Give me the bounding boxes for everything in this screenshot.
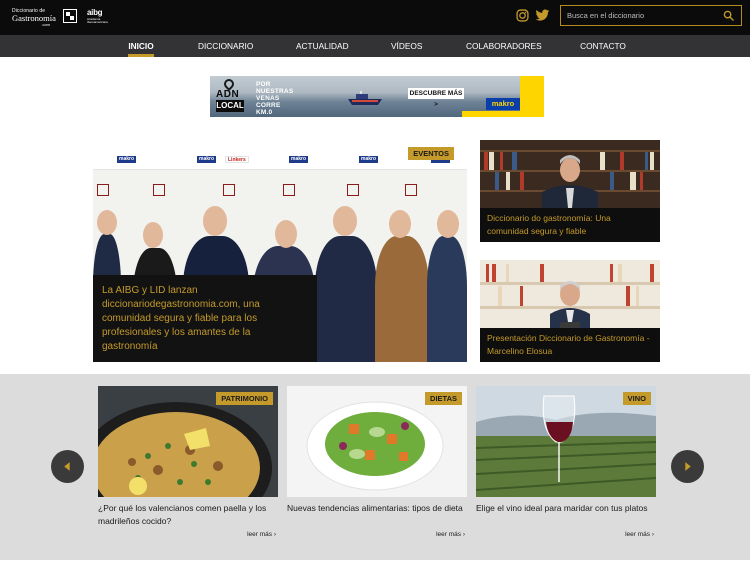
wall-logo	[405, 184, 417, 196]
aibg-logo[interactable]: aibg Academia Iberoamericana	[87, 9, 109, 25]
person	[315, 236, 377, 362]
banner-local: LOCAL	[216, 100, 244, 112]
library-video-thumbnail	[480, 260, 660, 328]
read-more-link[interactable]: leer más ›	[247, 531, 276, 538]
logo-line-3: .com	[41, 22, 50, 27]
search-icon[interactable]	[723, 10, 734, 21]
nav-item-inicio[interactable]: INICIO	[128, 35, 154, 57]
person	[427, 236, 467, 362]
aibg-logo-sub: Academia Iberoamericana	[87, 17, 108, 24]
ad-banner[interactable]: ADN LOCAL POR NUESTRAS VENAS CORRE KM.0 …	[210, 76, 544, 117]
partner-logo-square[interactable]	[63, 9, 77, 23]
makro-logo: makro	[486, 98, 520, 110]
twitter-icon[interactable]	[535, 9, 550, 22]
person-head	[97, 210, 117, 235]
person	[375, 236, 429, 362]
nav-item-diccionario[interactable]: DICCIONARIO	[198, 35, 253, 57]
site-logo[interactable]: Diccionario de Gastronomía .com	[12, 8, 56, 28]
category-badge[interactable]: PATRIMONIO	[216, 392, 273, 405]
main-nav: INICIO DICCIONARIO ACTUALIDAD VÍDEOS COL…	[0, 35, 750, 57]
nav-item-contacto[interactable]: CONTACTO	[580, 35, 626, 57]
person-head	[389, 210, 411, 238]
person-head	[333, 206, 357, 236]
side-article-2[interactable]: Presentación Diccionario de Gastronomía …	[480, 260, 660, 362]
person-head	[437, 210, 459, 238]
wall-brand: Linkers	[225, 156, 249, 163]
hero-title[interactable]: La AIBG y LID lanzan diccionariodegastro…	[102, 284, 308, 354]
nav-item-videos[interactable]: VÍDEOS	[391, 35, 422, 57]
search-input[interactable]	[567, 9, 717, 22]
nav-item-colaboradores[interactable]: COLABORADORES	[466, 35, 542, 57]
side-article-1[interactable]: Diccionario do gastronomía: Una comunida…	[480, 140, 660, 242]
arrow-left-icon	[64, 462, 70, 471]
boat-icon	[348, 91, 382, 105]
carousel-next-button[interactable]	[671, 450, 704, 483]
side-article-title[interactable]: Presentación Diccionario de Gastronomía …	[487, 332, 653, 357]
banner-yellow-corner	[520, 76, 544, 117]
wall-logo	[283, 184, 295, 196]
banner-cta-button[interactable]: DESCUBRE MÁS >	[408, 88, 464, 108]
card-title[interactable]: Elige el vino ideal para maridar con tus…	[476, 502, 656, 515]
wall-logo	[153, 184, 165, 196]
wall-logo	[223, 184, 235, 196]
category-badge[interactable]: VINO	[622, 392, 651, 405]
aibg-logo-text: aibg	[87, 8, 103, 17]
wall-logo	[347, 184, 359, 196]
hero-caption: La AIBG y LID lanzan diccionariodegastro…	[93, 275, 317, 362]
instagram-icon[interactable]	[516, 9, 529, 22]
top-bar: Diccionario de Gastronomía .com aibg Aca…	[0, 0, 750, 35]
wall-brand: makro	[197, 156, 217, 163]
read-more-link[interactable]: leer más ›	[436, 531, 465, 538]
side-caption-2: Presentación Diccionario de Gastronomía …	[480, 328, 660, 362]
wall-brand: makro	[117, 156, 137, 163]
read-more-link[interactable]: leer más ›	[625, 531, 654, 538]
wall-brand: makro	[289, 156, 309, 163]
person-head	[275, 220, 297, 248]
carousel-card-3[interactable]: VINO Elige el vino ideal para maridar co…	[476, 386, 656, 542]
carousel-card-2[interactable]: DIETAS Nuevas tendencias alimentarias: t…	[287, 386, 467, 542]
category-badge[interactable]: DIETAS	[425, 392, 462, 405]
photocall-logos	[93, 184, 467, 208]
card-title[interactable]: ¿Por qué los valencianos comen paella y …	[98, 502, 278, 527]
search-bar	[560, 5, 742, 26]
side-article-title[interactable]: Diccionario do gastronomía: Una comunida…	[487, 212, 653, 237]
person-head	[203, 206, 227, 236]
bookshelf-video-thumbnail	[480, 140, 660, 208]
card-title[interactable]: Nuevas tendencias alimentarias: tipos de…	[287, 502, 467, 515]
arrow-right-icon	[685, 462, 691, 471]
banner-adn: ADN	[216, 89, 240, 100]
carousel-card-1[interactable]: PATRIMONIO ¿Por qué los valencianos come…	[98, 386, 278, 542]
hero-article[interactable]: makro makro makro makro Linkers makro EV…	[93, 140, 467, 362]
person-head	[143, 222, 163, 248]
banner-tagline: POR NUESTRAS VENAS CORRE KM.0	[256, 81, 294, 116]
wall-brand: makro	[359, 156, 379, 163]
side-caption-1: Diccionario do gastronomía: Una comunida…	[480, 208, 660, 242]
wall-logo	[97, 184, 109, 196]
carousel-prev-button[interactable]	[51, 450, 84, 483]
category-badge[interactable]: EVENTOS	[408, 147, 454, 160]
nav-item-actualidad[interactable]: ACTUALIDAD	[296, 35, 349, 57]
